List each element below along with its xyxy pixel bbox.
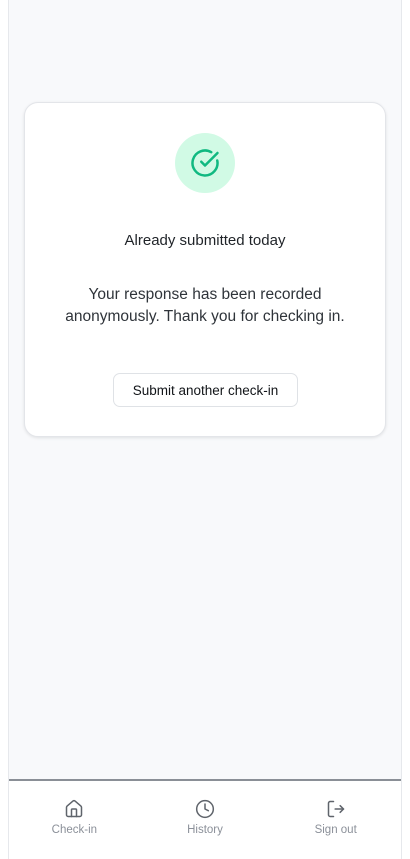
nav-item-label: Sign out xyxy=(314,824,357,836)
bottom-navigation: Check-in History Sign out xyxy=(9,779,401,859)
app-screen: Already submitted today Your response ha… xyxy=(8,0,402,859)
nav-item-label: Check-in xyxy=(51,824,98,836)
nav-item-sign-out[interactable]: Sign out xyxy=(270,781,401,859)
home-icon xyxy=(66,799,83,818)
check-circle-icon xyxy=(191,149,219,177)
status-card: Already submitted today Your response ha… xyxy=(24,102,386,437)
clock-icon xyxy=(195,799,215,819)
status-title: Already submitted today xyxy=(124,232,286,249)
nav-item-check-in[interactable]: Check-in xyxy=(9,781,140,859)
nav-item-history[interactable]: History xyxy=(140,781,271,859)
success-badge xyxy=(175,133,235,193)
submit-another-checkin-button[interactable]: Submit another check-in xyxy=(113,373,298,407)
status-message: Your response has been recorded anonymou… xyxy=(65,286,345,325)
nav-item-label: History xyxy=(187,824,223,836)
sign-out-icon xyxy=(327,800,344,818)
